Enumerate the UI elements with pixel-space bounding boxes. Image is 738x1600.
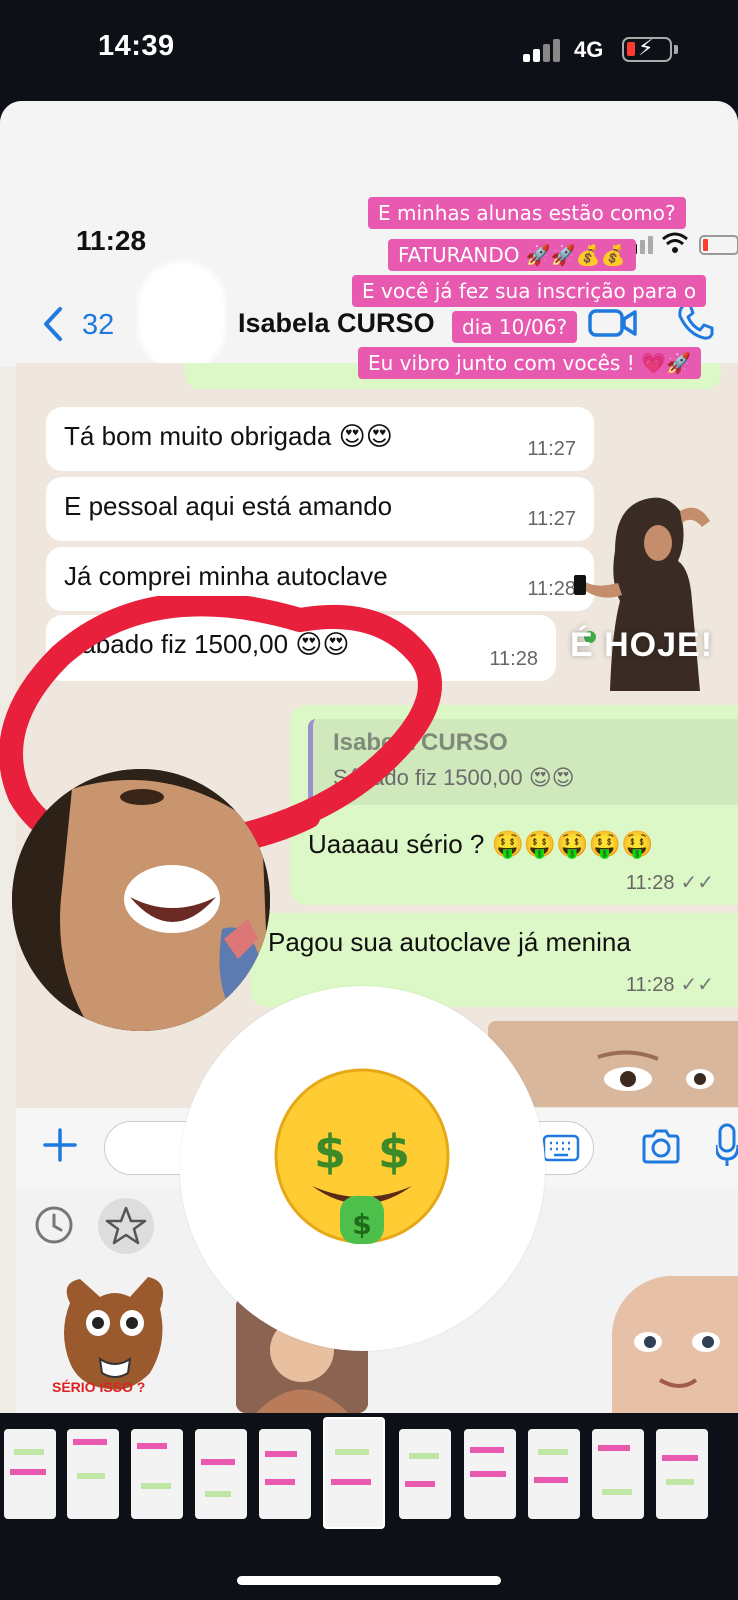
story-thumbnail[interactable] <box>528 1429 580 1519</box>
inner-battery-icon <box>699 235 738 255</box>
svg-text:$: $ <box>352 1208 371 1241</box>
message-time: 11:28 <box>625 974 675 996</box>
wifi-icon <box>662 232 688 253</box>
message-time: 11:28 <box>489 648 538 670</box>
story-frame[interactable]: 11:28 32 Isabela CURSO ✓✓ Tá bom muito o… <box>0 101 738 1413</box>
story-text-line: dia 10/06? <box>452 311 578 343</box>
message-time: 11:28 <box>625 872 675 894</box>
story-text-line: Eu vibro junto com vocês ! 💗🚀 <box>358 347 701 379</box>
story-thumbnail[interactable] <box>399 1429 451 1519</box>
plus-icon[interactable] <box>42 1127 78 1163</box>
story-text-line: FATURANDO 🚀🚀💰💰 <box>388 239 636 271</box>
message-bubble[interactable]: Tá bom muito obrigada 😍😍 11:27 <box>46 407 594 471</box>
story-thumbnail[interactable] <box>131 1429 183 1519</box>
story-thumbnail[interactable] <box>656 1429 708 1519</box>
message-bubble[interactable]: E pessoal aqui está amando 11:27 <box>46 477 594 541</box>
story-text-line: E você já fez sua inscrição para o <box>352 275 707 307</box>
money-mouth-emoji-sticker[interactable]: $ $ $ <box>180 986 545 1351</box>
status-bar: 14:39 4G ⚡ <box>0 0 738 100</box>
inner-status-time: 11:28 <box>76 225 147 256</box>
status-time: 14:39 <box>98 30 175 62</box>
story-thumbnail[interactable] <box>195 1429 247 1519</box>
keyboard-icon[interactable] <box>542 1134 580 1162</box>
message-text: E pessoal aqui está amando <box>64 491 393 521</box>
story-thumbnail-active[interactable] <box>323 1417 385 1529</box>
camera-icon[interactable] <box>640 1129 682 1165</box>
signal-icon <box>523 38 561 62</box>
favorites-star-icon[interactable] <box>98 1198 154 1254</box>
message-time: 11:27 <box>527 438 576 460</box>
story-thumbnail[interactable] <box>259 1429 311 1519</box>
message-time: 11:27 <box>527 508 576 530</box>
story-text-line: E minhas alunas estão como? <box>368 197 686 229</box>
svg-text:$: $ <box>378 1125 410 1179</box>
story-thumbnail[interactable] <box>67 1429 119 1519</box>
story-thumbnail[interactable] <box>4 1429 56 1519</box>
svg-text:$: $ <box>314 1125 346 1179</box>
sticker-caption: É HOJE! <box>570 626 714 664</box>
message-text: Tá bom muito obrigada 😍😍 <box>64 421 393 451</box>
read-ticks-icon: ✓✓ <box>680 872 714 894</box>
back-chevron-icon[interactable] <box>40 306 66 342</box>
read-ticks-icon: ✓✓ <box>680 974 714 996</box>
phone-call-icon[interactable] <box>676 301 716 341</box>
sticker-label: SÉRIO ISSO ? <box>52 1379 146 1395</box>
story-thumbnail[interactable] <box>464 1429 516 1519</box>
avatar[interactable] <box>138 261 226 371</box>
video-call-icon[interactable] <box>588 305 638 341</box>
clock-recent-icon[interactable] <box>34 1205 74 1245</box>
battery-icon: ⚡ <box>622 35 672 62</box>
story-thumbnail[interactable] <box>592 1429 644 1519</box>
home-indicator[interactable] <box>237 1576 501 1585</box>
contact-name[interactable]: Isabela CURSO <box>238 308 435 339</box>
network-label: 4G <box>574 37 604 62</box>
back-unread-count[interactable]: 32 <box>82 309 114 342</box>
message-time: 11:28 <box>527 578 576 600</box>
message-text: Já comprei minha autoclave <box>64 561 388 591</box>
story-thumbnail-strip <box>0 1413 738 1529</box>
battery-tip <box>674 45 678 54</box>
microphone-icon[interactable] <box>716 1123 738 1167</box>
baby-face-sticker[interactable] <box>612 1276 738 1413</box>
